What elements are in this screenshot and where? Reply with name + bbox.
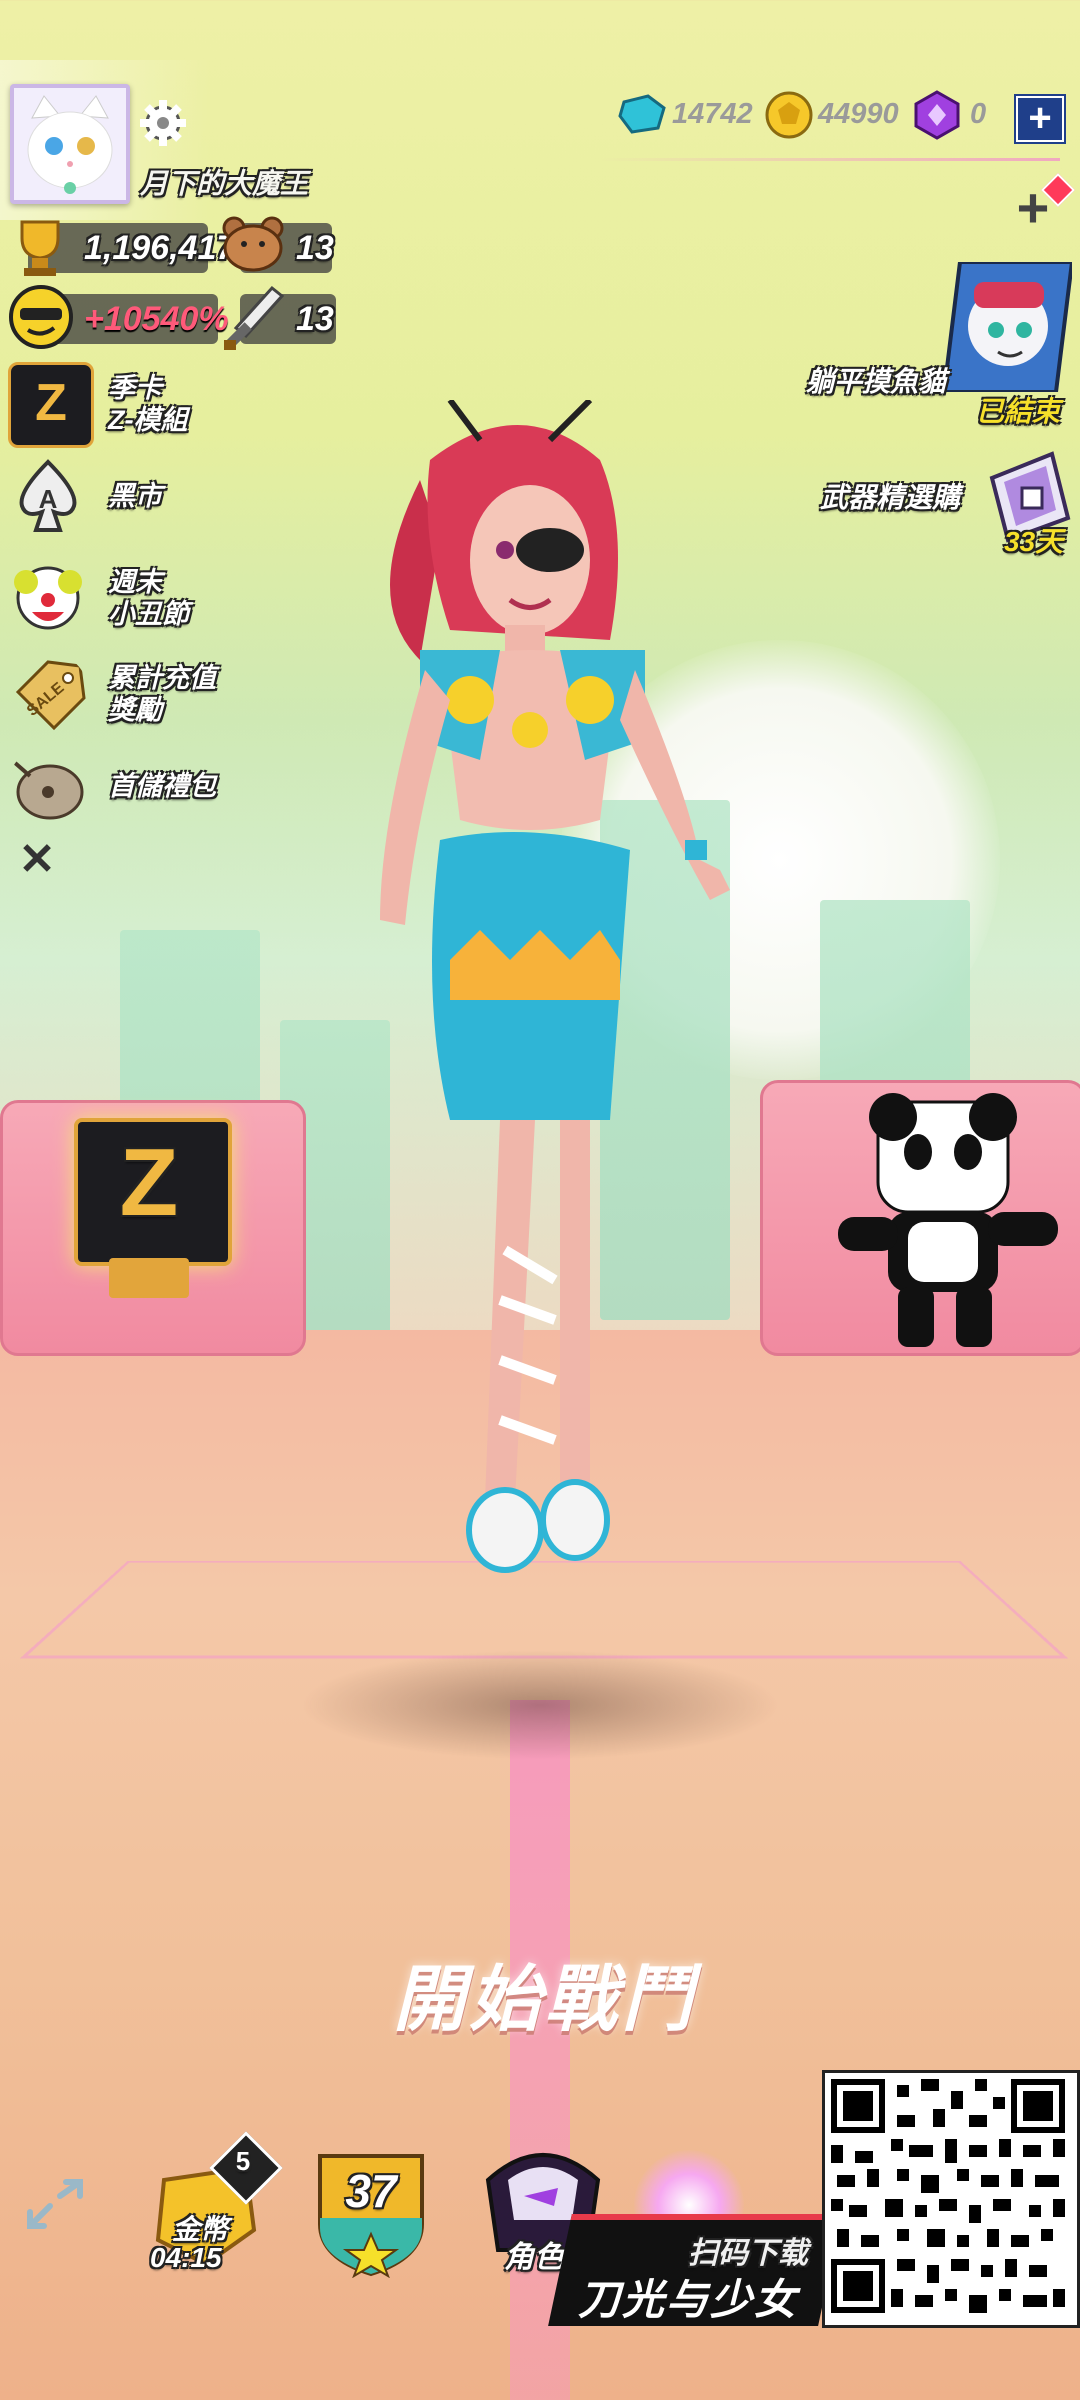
bear-icon — [222, 216, 284, 272]
cat-avatar-icon — [14, 88, 126, 200]
event-status: 33天 — [1004, 526, 1064, 557]
character-model[interactable] — [300, 400, 820, 1800]
bonus-value: +10540% — [84, 299, 229, 338]
cool-face-icon — [9, 285, 73, 349]
sword-value: 13 — [296, 299, 334, 338]
trophy-value: 1,196,417 — [84, 228, 236, 267]
promo-game-title: 刀光与少女 — [578, 2276, 799, 2323]
menu-first-purchase[interactable]: 首儲禮包 — [8, 746, 308, 832]
menu-label: 首儲禮包 — [108, 771, 216, 801]
coin-timer: 04:15 — [150, 2242, 222, 2273]
level-badge[interactable]: 37 — [312, 2148, 430, 2279]
diamond-icon — [618, 94, 666, 134]
gift-pouch-icon — [12, 760, 84, 820]
spade-icon: A — [19, 459, 77, 532]
event-label: 武器精選購 — [820, 482, 961, 513]
eyepatch — [516, 528, 584, 572]
event-lying-cat[interactable] — [941, 260, 1075, 394]
panda-pet[interactable] — [838, 1092, 1068, 1352]
sword-icon — [224, 285, 285, 350]
z-letter: Z — [119, 1129, 179, 1236]
event-label: 躺平摸魚貓 — [806, 366, 947, 397]
trophy-icon — [20, 220, 60, 276]
currency-divider — [600, 158, 1060, 161]
close-icon[interactable]: ✕ — [14, 838, 60, 884]
fullscreen-icon[interactable] — [20, 2176, 90, 2236]
character-portrait-icon — [941, 260, 1075, 394]
diamond-count: 14742 — [672, 98, 753, 130]
menu-season-card[interactable]: Z 季卡 Z-模組 — [8, 362, 308, 448]
svg-text:A: A — [39, 484, 58, 514]
gold-coin-reward[interactable]: 5 金幣 04:15 — [150, 2131, 283, 2273]
gear-icon[interactable] — [138, 98, 188, 148]
menu-label: 累計充值 獎勵 — [108, 663, 216, 725]
start-battle-button[interactable]: 開始戰鬥 — [370, 1940, 720, 2045]
qr-code[interactable] — [822, 2070, 1080, 2328]
player-name[interactable]: 月下的大魔王 — [140, 162, 308, 202]
avatar[interactable] — [10, 84, 130, 204]
role-label: 角色 — [504, 2241, 564, 2274]
qr-code-icon — [825, 2073, 1071, 2319]
add-currency-button[interactable]: + — [1016, 96, 1064, 142]
menu-recharge-reward[interactable]: SALE 累計充值 獎勵 — [8, 652, 308, 738]
menu-black-market[interactable]: A 黑市 — [8, 456, 308, 542]
menu-label: 季卡 Z-模組 — [108, 373, 188, 435]
z-module-box[interactable]: Z — [74, 1118, 232, 1298]
coin-icon — [765, 91, 813, 139]
sale-tag-icon: SALE — [15, 660, 86, 731]
menu-label: 週末 小丑節 — [108, 567, 189, 629]
bear-value: 13 — [296, 228, 334, 267]
reward-badge-count: 5 — [235, 2146, 251, 2176]
clown-icon — [14, 566, 82, 630]
event-status: 已結束 — [976, 396, 1061, 427]
menu-clown-festival[interactable]: 週末 小丑節 — [8, 556, 308, 642]
z-card-icon: Z — [8, 362, 94, 448]
crystal-count: 0 — [970, 98, 987, 130]
crystal-icon — [914, 90, 960, 140]
level-value: 37 — [345, 2165, 397, 2217]
coin-count: 44990 — [818, 98, 899, 130]
menu-label: 黑市 — [108, 481, 162, 511]
